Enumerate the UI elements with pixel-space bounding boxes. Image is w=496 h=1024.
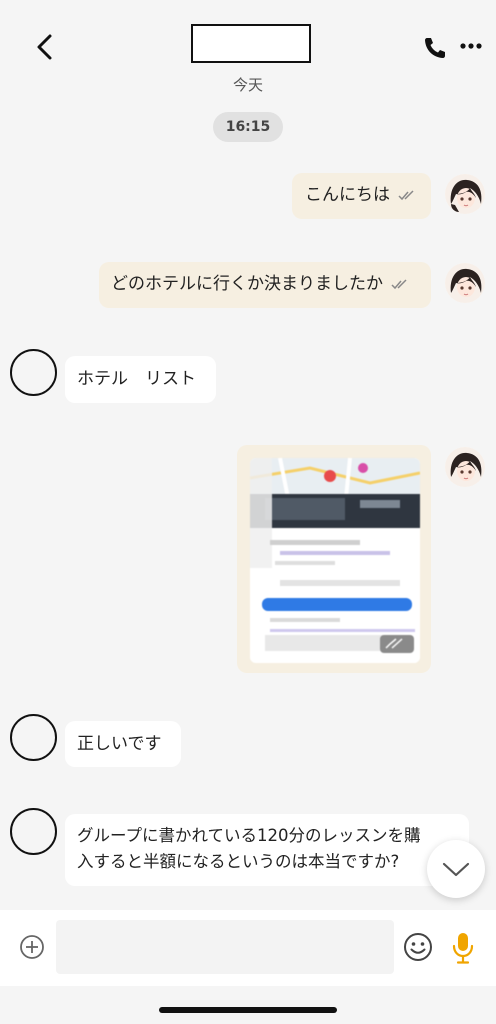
chat-title: [191, 24, 311, 63]
contact-avatar[interactable]: [10, 808, 57, 855]
user-avatar-icon: [445, 174, 485, 214]
message-text: 正しいです: [77, 734, 162, 754]
message-bubble-received[interactable]: 正しいです: [65, 721, 181, 767]
contact-avatar[interactable]: [10, 349, 57, 396]
message-bubble-received[interactable]: ホテル リスト: [65, 356, 216, 403]
microphone-icon[interactable]: [449, 930, 477, 966]
message-image-sent[interactable]: [237, 445, 431, 673]
more-dots-icon[interactable]: [456, 38, 486, 54]
read-check-icon: [391, 279, 407, 290]
user-avatar-icon: [445, 263, 485, 303]
message-text: こんにちは: [305, 185, 390, 205]
contact-avatar[interactable]: [10, 714, 57, 761]
emoji-icon[interactable]: [403, 932, 433, 962]
chevron-down-icon: [442, 862, 470, 877]
avatar[interactable]: [445, 263, 485, 303]
message-input[interactable]: [56, 920, 394, 974]
home-indicator[interactable]: [159, 1007, 337, 1013]
user-avatar-icon: [445, 447, 485, 487]
avatar[interactable]: [445, 447, 485, 487]
message-text: どのホテルに行くか決まりましたか: [111, 274, 383, 294]
time-divider: 16:15: [213, 112, 283, 142]
image-thumbnail[interactable]: [250, 458, 420, 663]
message-bubble-sent[interactable]: どのホテルに行くか決まりましたか: [99, 262, 431, 308]
message-text: ホテル リスト: [77, 369, 196, 389]
avatar[interactable]: [445, 174, 485, 214]
message-input-bar: [0, 910, 496, 986]
home-indicator-area: [0, 986, 496, 1024]
chat-header: [0, 0, 496, 80]
plus-circle-icon[interactable]: [19, 934, 45, 960]
message-text-line: 入すると半額になるというのは本当ですか?: [77, 852, 400, 871]
phone-icon[interactable]: [420, 35, 448, 59]
message-bubble-sent[interactable]: こんにちは: [292, 173, 431, 219]
read-check-icon: [398, 190, 414, 201]
map-screenshot-image: [250, 458, 420, 663]
chevron-left-icon[interactable]: [30, 30, 60, 64]
message-text-line: グループに書かれている120分のレッスンを購: [77, 826, 421, 845]
message-bubble-received[interactable]: グループに書かれている120分のレッスンを購 入すると半額になるというのは本当で…: [65, 814, 469, 886]
date-label: 今天: [232, 76, 263, 94]
scroll-to-bottom-button[interactable]: [427, 840, 485, 898]
